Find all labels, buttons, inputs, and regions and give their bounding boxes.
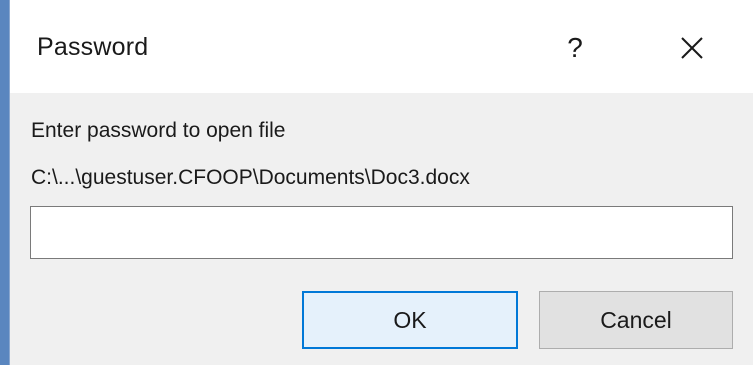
password-input[interactable] xyxy=(30,206,733,259)
password-prompt: Enter password to open file xyxy=(31,119,286,142)
help-button[interactable]: ? xyxy=(552,20,598,76)
password-dialog: Password ? Enter password to open file C… xyxy=(9,0,753,365)
close-icon xyxy=(681,37,703,59)
close-button[interactable] xyxy=(664,20,720,76)
ok-button[interactable]: OK xyxy=(302,291,518,349)
title-bar: Password ? xyxy=(10,0,753,93)
cancel-button[interactable]: Cancel xyxy=(539,291,733,349)
file-path-label: C:\...\guestuser.CFOOP\Documents\Doc3.do… xyxy=(31,166,470,189)
dialog-body: Enter password to open file C:\...\guest… xyxy=(10,93,753,365)
dialog-title: Password xyxy=(37,33,149,61)
